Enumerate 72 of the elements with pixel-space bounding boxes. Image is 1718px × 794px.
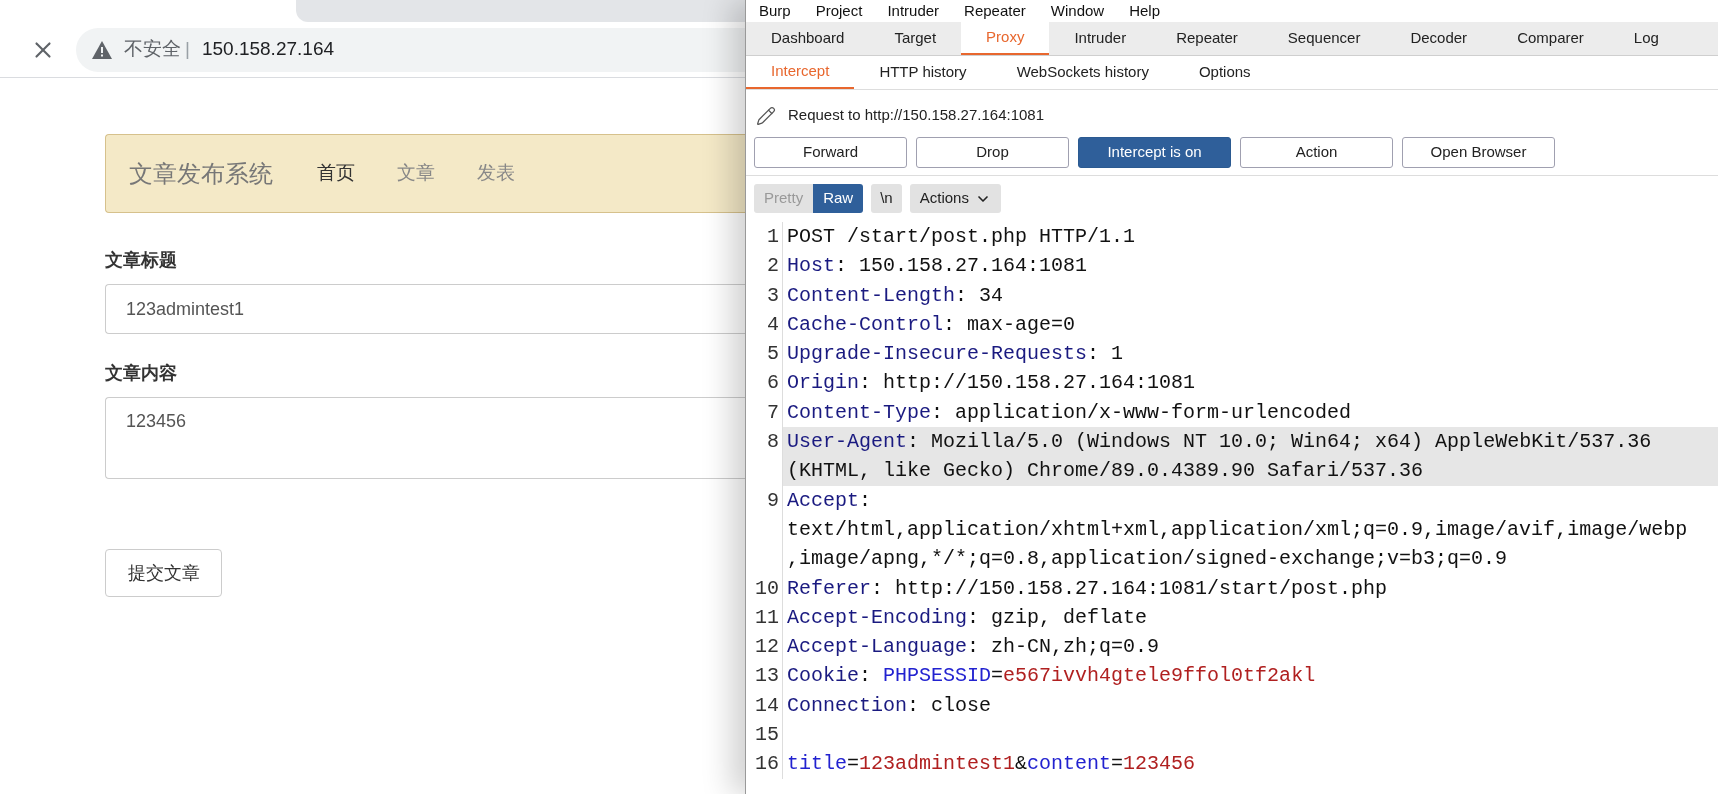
- code-line: Accept-Language: zh-CN,zh;q=0.9: [787, 634, 1161, 661]
- warning-icon: [92, 40, 112, 59]
- code-line: Accept:: [787, 487, 873, 514]
- line-number: 5: [746, 339, 783, 369]
- sub-tab[interactable]: WebSockets history: [991, 56, 1174, 89]
- line-number: 1: [746, 222, 783, 252]
- intercept-action-button[interactable]: Action: [1240, 137, 1393, 168]
- line-number: 10: [746, 573, 783, 603]
- menu-item[interactable]: Window: [1050, 0, 1105, 23]
- code-line: title=123admintest1&content=123456: [787, 751, 1197, 778]
- code-line: Host: 150.158.27.164:1081: [787, 253, 1089, 280]
- actions-dropdown[interactable]: Actions: [909, 184, 1001, 213]
- main-tab[interactable]: Target: [869, 22, 962, 55]
- code-line: Cookie: PHPSESSID=e567ivvh4gtele9ffol0tf2akl: [787, 663, 1317, 690]
- site-brand[interactable]: 文章发布系统: [129, 155, 273, 192]
- line-number: 2: [746, 251, 783, 281]
- content-field[interactable]: 123456: [105, 397, 745, 479]
- newline-toggle[interactable]: \n: [871, 184, 902, 213]
- menu-item[interactable]: Burp: [759, 0, 791, 23]
- line-number: 13: [746, 661, 783, 691]
- main-tab[interactable]: Comparer: [1492, 22, 1609, 55]
- code-line: POST /start/post.php HTTP/1.1: [787, 224, 1137, 250]
- code-line: Content-Type: application/x-www-form-urlencoded: [787, 399, 1353, 426]
- code-line: User-Agent: Mozilla/5.0 (Windows NT 10.0; Win64; x64) AppleWebKit/537.36: [787, 429, 1653, 456]
- code-line: Referer: http://150.158.27.164:1081/start/post.php: [787, 575, 1389, 602]
- code-line: Accept-Encoding: gzip, deflate: [787, 604, 1149, 631]
- menu-item[interactable]: Project: [815, 0, 863, 23]
- main-tab[interactable]: Dashboard: [746, 22, 870, 55]
- code-line: Content-Length: 34: [787, 282, 1005, 309]
- line-number: 16: [746, 749, 783, 779]
- main-tab[interactable]: Sequencer: [1262, 22, 1386, 55]
- line-number: 14: [746, 690, 783, 721]
- intercept-action-button[interactable]: Drop: [916, 137, 1069, 168]
- code-line: ,image/apng,*/*;q=0.8,application/signed-exchange;v=b3;q=0.9: [787, 546, 1509, 573]
- sub-tab[interactable]: Options: [1173, 56, 1276, 89]
- line-number: 6: [746, 368, 783, 398]
- code-line: text/html,application/xhtml+xml,application/xml;q=0.9,image/avif,image/webp: [787, 516, 1689, 543]
- security-label: 不安全: [124, 37, 181, 62]
- submit-button[interactable]: 提交文章: [105, 549, 222, 597]
- view-mode-tab[interactable]: Raw: [813, 184, 864, 213]
- intercept-action-button[interactable]: Open Browser: [1402, 137, 1555, 168]
- line-number: 15: [746, 720, 783, 750]
- title-field[interactable]: 123admintest1: [105, 284, 745, 334]
- menu-item[interactable]: Repeater: [964, 0, 1026, 23]
- pencil-icon: [756, 105, 776, 126]
- main-tab[interactable]: Decoder: [1385, 22, 1493, 55]
- menu-item[interactable]: Intruder: [887, 0, 940, 23]
- url-text: 150.158.27.164: [201, 37, 334, 62]
- code-line: Connection: close: [787, 692, 993, 719]
- code-line: Cache-Control: max-age=0: [787, 311, 1077, 338]
- field-label: 文章内容: [105, 362, 178, 385]
- intercept-action-button[interactable]: Forward: [754, 137, 907, 168]
- line-number: 9: [746, 485, 783, 574]
- main-tab[interactable]: Repeater: [1151, 22, 1263, 55]
- field-label: 文章标题: [105, 249, 178, 272]
- line-number: 3: [746, 280, 783, 310]
- intercept-action-button[interactable]: Intercept is on: [1078, 137, 1231, 168]
- code-line: Origin: http://150.158.27.164:1081: [787, 370, 1197, 397]
- main-tab[interactable]: Log: [1608, 22, 1684, 55]
- sub-tab[interactable]: HTTP history: [854, 56, 992, 89]
- code-line: Upgrade-Insecure-Requests: 1: [787, 341, 1125, 368]
- menu-item[interactable]: Help: [1129, 0, 1160, 23]
- nav-link[interactable]: 首页: [317, 159, 355, 188]
- line-number: 4: [746, 309, 783, 340]
- code-line: (KHTML, like Gecko) Chrome/89.0.4389.90 Safari/537.36: [787, 458, 1425, 485]
- line-number: 7: [746, 397, 783, 428]
- line-number: 12: [746, 632, 783, 662]
- line-number: 11: [746, 602, 783, 633]
- url-separator: |: [185, 37, 190, 62]
- address-bar[interactable]: 不安全 | 150.158.27.164: [76, 27, 745, 72]
- request-target: Request to http://150.158.27.164:1081: [788, 105, 1045, 126]
- main-tab[interactable]: Intruder: [1049, 22, 1152, 55]
